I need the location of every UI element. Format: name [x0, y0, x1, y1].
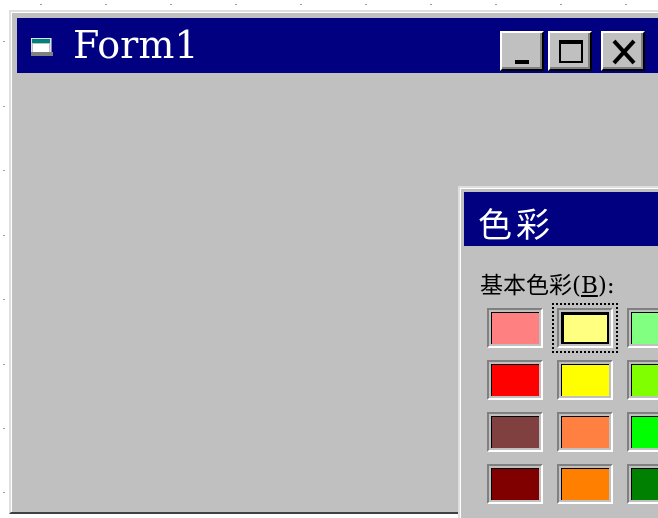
color-swatch-fill: [561, 468, 609, 500]
color-swatch[interactable]: [557, 412, 613, 452]
grid-dot: [495, 4, 497, 5]
color-dialog-title: 色彩: [478, 206, 554, 246]
color-swatch[interactable]: [557, 360, 613, 400]
color-swatch[interactable]: [627, 464, 658, 504]
grid-dot: [365, 4, 367, 5]
color-swatch-fill: [631, 312, 658, 344]
basic-colors-hotkey: B: [580, 273, 598, 299]
color-swatch[interactable]: [627, 412, 658, 452]
grid-dot: [3, 41, 5, 42]
maximize-button[interactable]: [548, 31, 592, 71]
minimize-icon: [515, 60, 529, 64]
color-swatch[interactable]: [487, 308, 543, 348]
form-window-icon[interactable]: [30, 37, 53, 56]
color-swatch-fill: [561, 312, 609, 344]
minimize-button[interactable]: [500, 31, 544, 71]
grid-dot: [3, 299, 5, 300]
color-swatch[interactable]: [557, 464, 613, 504]
grid-dot: [430, 4, 432, 5]
basic-colors-label-text: 基本色彩(: [480, 273, 581, 299]
grid-dot: [3, 106, 5, 107]
color-swatch[interactable]: [627, 308, 658, 348]
close-button[interactable]: [601, 31, 645, 71]
grid-dot: [560, 4, 562, 5]
color-dialog-titlebar[interactable]: 色彩: [464, 192, 658, 246]
color-swatch-fill: [491, 312, 539, 344]
grid-dot: [170, 4, 172, 5]
basic-colors-label-suffix: ):: [597, 273, 615, 299]
grid-dot: [3, 235, 5, 236]
grid-dot: [3, 428, 5, 429]
color-swatch-fill: [561, 364, 609, 396]
color-swatch-fill: [491, 416, 539, 448]
grid-dot: [105, 4, 107, 5]
maximize-icon: [559, 40, 583, 63]
grid-dot: [625, 4, 627, 5]
grid-dot: [3, 170, 5, 171]
color-swatch-fill: [631, 364, 658, 396]
color-swatch-fill: [631, 416, 658, 448]
color-swatch[interactable]: [552, 303, 618, 353]
color-dialog[interactable]: 色彩 基本色彩(B):: [458, 186, 658, 518]
color-swatch[interactable]: [487, 360, 543, 400]
grid-dot: [235, 4, 237, 5]
grid-dot: [3, 364, 5, 365]
color-swatch-fill: [561, 416, 609, 448]
grid-dot: [3, 492, 5, 493]
form1-title: Form1: [73, 23, 199, 67]
grid-dot: [40, 4, 42, 5]
color-swatch[interactable]: [487, 464, 543, 504]
form1-titlebar[interactable]: Form1: [17, 18, 658, 73]
color-swatch-fill: [631, 468, 658, 500]
close-icon: [612, 39, 636, 65]
grid-dot: [300, 4, 302, 5]
color-swatch-fill: [491, 364, 539, 396]
color-swatch-fill: [491, 468, 539, 500]
color-swatch[interactable]: [487, 412, 543, 452]
color-swatch[interactable]: [627, 360, 658, 400]
basic-colors-label: 基本色彩(B):: [480, 266, 615, 300]
